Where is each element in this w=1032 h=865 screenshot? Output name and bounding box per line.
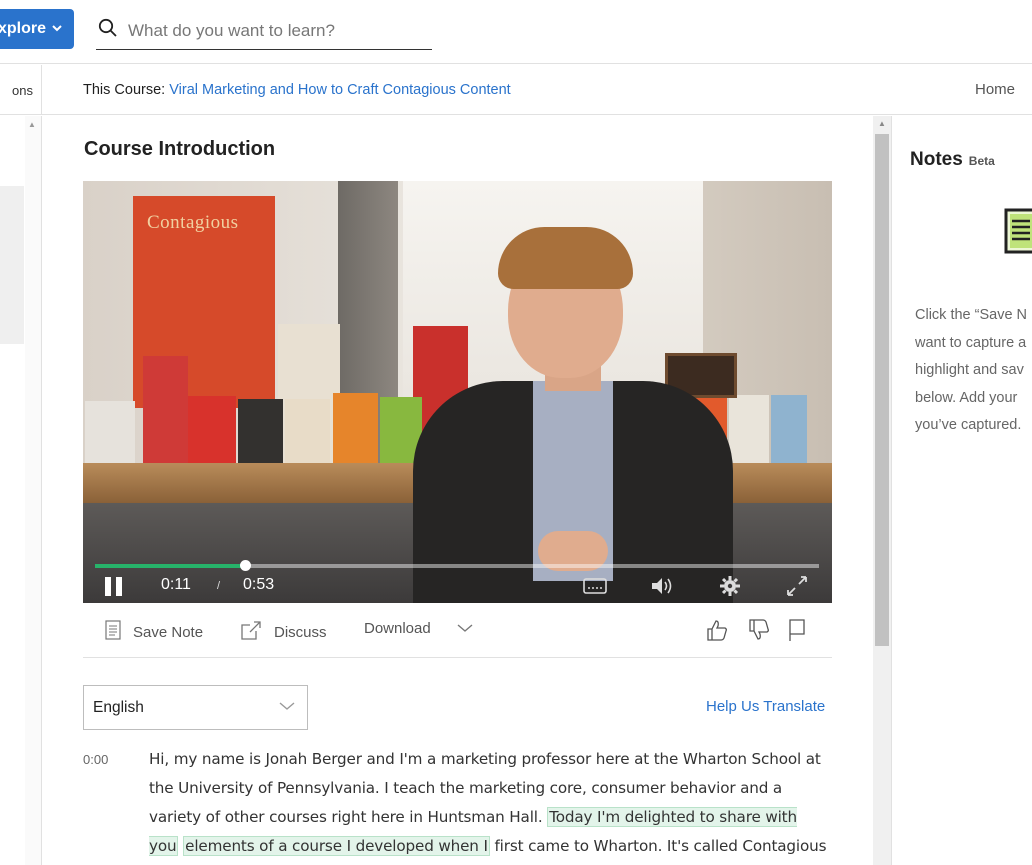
left-tab[interactable]: ons — [0, 65, 42, 115]
thumbs-up-icon[interactable] — [705, 618, 729, 647]
notes-help-line: Click the “Save N — [915, 307, 1028, 323]
transcript-text[interactable]: Hi, my name is Jonah Berger and I'm a ma… — [149, 745, 829, 865]
home-link[interactable]: Home — [975, 81, 1015, 98]
scroll-up-arrow-icon[interactable]: ▲ — [28, 120, 36, 129]
note-icon — [105, 620, 133, 644]
scroll-up-arrow-icon[interactable]: ▲ — [878, 119, 886, 128]
notes-heading: Notes — [910, 149, 963, 170]
chevron-down-icon — [457, 620, 485, 637]
download-button[interactable]: Download — [364, 620, 485, 637]
left-sidebar: ▲ — [0, 116, 42, 865]
help-us-translate-link[interactable]: Help Us Translate — [706, 698, 825, 715]
beta-badge: Beta — [968, 154, 995, 168]
duration: 0:53 — [243, 576, 275, 593]
book — [85, 401, 135, 471]
video-progress-bar[interactable] — [95, 560, 819, 571]
pause-icon-bar — [116, 577, 122, 596]
settings-gear-icon[interactable] — [719, 575, 743, 597]
search-bar[interactable] — [96, 12, 432, 50]
page-title: Course Introduction — [84, 138, 276, 160]
notes-help-line: you’ve captured. — [915, 417, 1022, 434]
top-navigation-bar: xplore — [0, 0, 1032, 64]
external-link-icon — [240, 620, 274, 644]
fullscreen-icon[interactable] — [786, 575, 810, 597]
captions-icon[interactable] — [583, 575, 607, 597]
sidebar-selected-item[interactable] — [0, 186, 24, 344]
transcript-highlight[interactable]: elements of a course I developed when I — [183, 836, 490, 856]
pause-icon-bar — [105, 577, 111, 596]
discuss-button[interactable]: Discuss — [240, 620, 327, 644]
this-course-breadcrumb: This Course: Viral Marketing and How to … — [83, 82, 511, 98]
this-course-prefix: This Course: — [83, 82, 166, 98]
course-name-link[interactable]: Viral Marketing and How to Craft Contagi… — [169, 82, 510, 98]
search-icon — [96, 18, 118, 43]
book — [333, 393, 378, 468]
chevron-down-icon — [52, 23, 62, 35]
explore-label: xplore — [0, 20, 47, 37]
volume-icon[interactable] — [650, 575, 674, 597]
main-content: Course Introduction Contagious 0:11 / 0:… — [43, 116, 873, 865]
video-player[interactable]: Contagious 0:11 / 0:53 — [83, 181, 832, 603]
current-time: 0:11 — [161, 576, 191, 593]
scrollbar-thumb[interactable] — [875, 134, 889, 646]
notes-help-line: below. Add your — [915, 389, 1018, 406]
book — [729, 395, 769, 469]
book — [771, 395, 807, 469]
save-note-button[interactable]: Save Note — [105, 620, 203, 644]
flag-icon[interactable] — [787, 618, 807, 647]
chevron-down-icon — [279, 698, 295, 716]
book — [238, 399, 283, 469]
notes-help-text: Click the “Save N want to capture a high… — [915, 302, 1032, 440]
language-selected: English — [93, 698, 144, 716]
video-progress-fill — [95, 564, 246, 568]
main-scrollbar[interactable]: ▲ — [873, 116, 891, 865]
time-separator: / — [217, 580, 221, 592]
explore-button[interactable]: xplore — [0, 9, 74, 49]
notes-document-icon — [1002, 208, 1032, 261]
search-input[interactable] — [128, 20, 418, 41]
thumbs-down-icon[interactable] — [747, 618, 771, 647]
left-tab-label: ons — [12, 82, 33, 98]
speaker-hair — [498, 227, 633, 289]
notes-title: Notes Beta — [910, 149, 995, 171]
sidebar-scrollbar[interactable] — [25, 116, 41, 865]
pause-button[interactable] — [105, 577, 125, 597]
book — [143, 356, 188, 466]
book — [285, 399, 330, 469]
notes-help-line: want to capture a — [915, 334, 1027, 351]
discuss-label: Discuss — [274, 623, 327, 641]
book — [188, 396, 236, 468]
video-toolbar: Save Note Discuss Download — [83, 606, 832, 658]
notes-panel: Notes Beta Click the “Save N want to capt… — [891, 116, 1032, 865]
download-label: Download — [364, 620, 431, 637]
language-select[interactable]: English — [83, 685, 308, 730]
save-note-label: Save Note — [133, 623, 204, 641]
transcript-timestamp[interactable]: 0:00 — [83, 752, 108, 767]
notes-help-line: highlight and sav — [915, 362, 1024, 379]
course-bar: ons This Course: Viral Marketing and How… — [0, 65, 1032, 115]
